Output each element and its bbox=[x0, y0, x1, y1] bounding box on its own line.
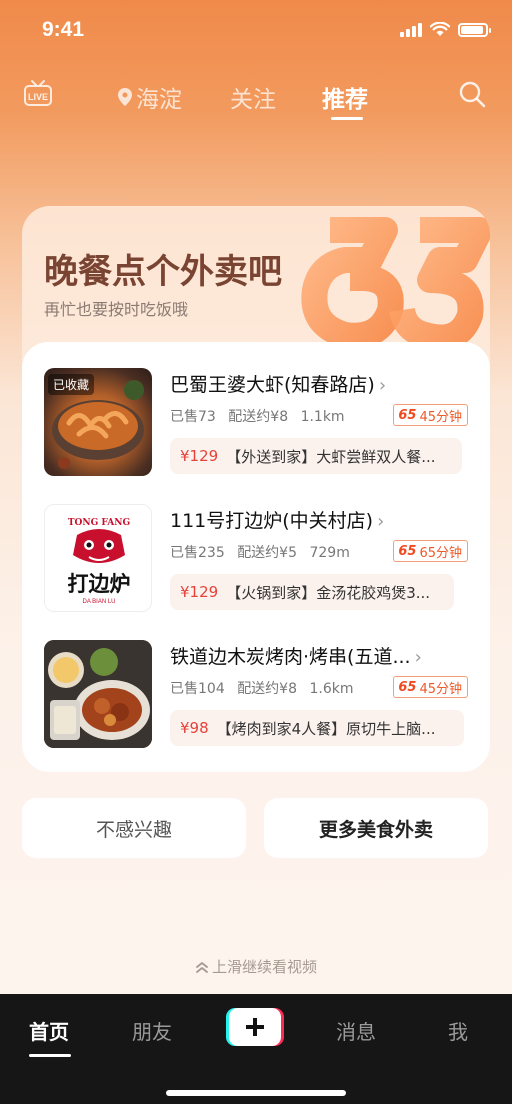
restaurant-name[interactable]: 铁道边木炭烤肉·烤串(五道... › bbox=[170, 642, 422, 669]
swipe-hint: 上滑继续看视频 bbox=[0, 956, 512, 977]
logo-top-text: TONG FANG bbox=[68, 518, 130, 528]
brand-65-logo bbox=[301, 217, 490, 350]
restaurant-thumbnail bbox=[44, 640, 152, 748]
chevron-right-icon: › bbox=[378, 375, 387, 396]
plus-icon bbox=[226, 1008, 284, 1046]
brand-65-icon: 65 bbox=[398, 543, 417, 559]
deal-banner[interactable]: ¥129 【火锅到家】金汤花胶鸡煲3... bbox=[170, 574, 454, 610]
restaurant-thumbnail: TONG FANG 打边炉 DA BIAN LU bbox=[44, 504, 152, 612]
eta-text: 45分钟 bbox=[419, 681, 462, 697]
status-time: 9:41 bbox=[42, 18, 85, 41]
deal-text: 【烤肉到家4人餐】原切牛上脑... bbox=[216, 719, 436, 738]
wifi-icon bbox=[430, 22, 450, 36]
restaurant-name-text: 铁道边木炭烤肉·烤串(五道... bbox=[170, 646, 411, 668]
logo-main-text: 打边炉 bbox=[68, 572, 131, 596]
top-nav: LIVE 海淀 关注 推荐 bbox=[0, 70, 512, 120]
delivery-eta-badge: 65 45分钟 bbox=[393, 404, 468, 426]
distance: 729m bbox=[309, 545, 350, 561]
bottom-tab-bar: 首页 朋友 消息 我 bbox=[0, 994, 512, 1104]
tab-friends[interactable]: 朋友 bbox=[132, 1016, 172, 1045]
tab-messages[interactable]: 消息 bbox=[336, 1016, 376, 1045]
tab-home-indicator bbox=[29, 1054, 71, 1057]
tab-active-indicator bbox=[331, 117, 363, 120]
restaurant-name[interactable]: 111号打边炉(中关村店) › bbox=[170, 506, 384, 533]
tab-follow[interactable]: 关注 bbox=[230, 80, 276, 114]
cellular-signal-icon bbox=[400, 22, 422, 37]
swipe-hint-text: 上滑继续看视频 bbox=[211, 958, 317, 976]
live-label: LIVE bbox=[28, 92, 48, 102]
restaurant-name-text: 111号打边炉(中关村店) bbox=[170, 510, 374, 532]
brand-65-icon: 65 bbox=[398, 407, 417, 423]
delivery-eta-badge: 65 65分钟 bbox=[393, 540, 468, 562]
food-delivery-card: 晚餐点个外卖吧 再忙也要按时吃饭哦 已收藏 巴蜀王婆大虾(知春路店) › 已售73… bbox=[22, 206, 490, 772]
deal-banner[interactable]: ¥98 【烤肉到家4人餐】原切牛上脑... bbox=[170, 710, 464, 746]
restaurant-item[interactable]: 铁道边木炭烤肉·烤串(五道... › 已售104 配送约¥8 1.6km 65 4… bbox=[22, 640, 490, 752]
sold-count: 已售104 bbox=[170, 681, 225, 697]
tongfang-logo-image: TONG FANG 打边炉 DA BIAN LU bbox=[68, 518, 131, 605]
distance: 1.6km bbox=[309, 681, 354, 697]
more-food-button[interactable]: 更多美食外卖 bbox=[264, 798, 488, 858]
deal-banner[interactable]: ¥129 【外送到家】大虾尝鲜双人餐... bbox=[170, 438, 462, 474]
restaurant-list: 已收藏 巴蜀王婆大虾(知春路店) › 已售73 配送约¥8 1.1km 65 45… bbox=[22, 342, 490, 772]
restaurant-meta: 已售73 配送约¥8 1.1km bbox=[170, 406, 353, 426]
tab-me[interactable]: 我 bbox=[448, 1016, 468, 1045]
restaurant-name-text: 巴蜀王婆大虾(知春路店) bbox=[170, 374, 375, 396]
home-indicator bbox=[166, 1090, 346, 1096]
distance: 1.1km bbox=[300, 409, 345, 425]
delivery-fee: 配送约¥8 bbox=[237, 681, 298, 697]
saved-tag: 已收藏 bbox=[48, 374, 95, 395]
restaurant-item[interactable]: TONG FANG 打边炉 DA BIAN LU 111号打边炉(中关村店) › … bbox=[22, 504, 490, 616]
deal-price: ¥129 bbox=[180, 583, 219, 601]
restaurant-name[interactable]: 巴蜀王婆大虾(知春路店) › bbox=[170, 370, 386, 397]
deal-text: 【外送到家】大虾尝鲜双人餐... bbox=[226, 447, 436, 466]
restaurant-meta: 已售235 配送约¥5 729m bbox=[170, 542, 358, 562]
live-button[interactable]: LIVE bbox=[22, 78, 54, 114]
chevron-right-icon: › bbox=[377, 511, 385, 532]
live-icon: LIVE bbox=[24, 80, 52, 106]
sold-count: 已售235 bbox=[170, 545, 225, 561]
delivery-eta-badge: 65 45分钟 bbox=[393, 676, 468, 698]
sold-count: 已售73 bbox=[170, 409, 216, 425]
deal-price: ¥98 bbox=[180, 719, 209, 737]
card-title: 晚餐点个外卖吧 bbox=[44, 252, 282, 292]
tab-recommend[interactable]: 推荐 bbox=[322, 80, 368, 114]
search-icon bbox=[459, 81, 486, 108]
tab-home[interactable]: 首页 bbox=[29, 1016, 69, 1045]
tab-location[interactable]: 海淀 bbox=[118, 80, 182, 114]
deal-text: 【火锅到家】金汤花胶鸡煲3... bbox=[226, 583, 431, 602]
chevron-right-icon: › bbox=[414, 647, 422, 668]
location-label: 海淀 bbox=[136, 87, 182, 113]
logo-bottom-text: DA BIAN LU bbox=[82, 599, 115, 605]
deal-price: ¥129 bbox=[180, 447, 219, 465]
status-bar: 9:41 bbox=[0, 0, 512, 60]
card-subtitle: 再忙也要按时吃饭哦 bbox=[44, 300, 189, 319]
eta-text: 65分钟 bbox=[419, 545, 462, 561]
restaurant-item[interactable]: 已收藏 巴蜀王婆大虾(知春路店) › 已售73 配送约¥8 1.1km 65 45… bbox=[22, 368, 490, 480]
delivery-fee: 配送约¥8 bbox=[228, 409, 289, 425]
brand-65-icon: 65 bbox=[398, 679, 417, 695]
location-pin-icon bbox=[118, 88, 132, 106]
search-button[interactable] bbox=[458, 80, 486, 112]
restaurant-meta: 已售104 配送约¥8 1.6km bbox=[170, 678, 361, 698]
double-chevron-up-icon bbox=[196, 962, 208, 973]
status-icons bbox=[400, 22, 491, 37]
restaurant-thumbnail: 已收藏 bbox=[44, 368, 152, 476]
battery-icon bbox=[458, 22, 491, 37]
create-button[interactable] bbox=[226, 1008, 284, 1046]
eta-text: 45分钟 bbox=[419, 409, 462, 425]
delivery-fee: 配送约¥5 bbox=[237, 545, 298, 561]
not-interested-button[interactable]: 不感兴趣 bbox=[22, 798, 246, 858]
bbq-dish-image bbox=[44, 640, 152, 748]
